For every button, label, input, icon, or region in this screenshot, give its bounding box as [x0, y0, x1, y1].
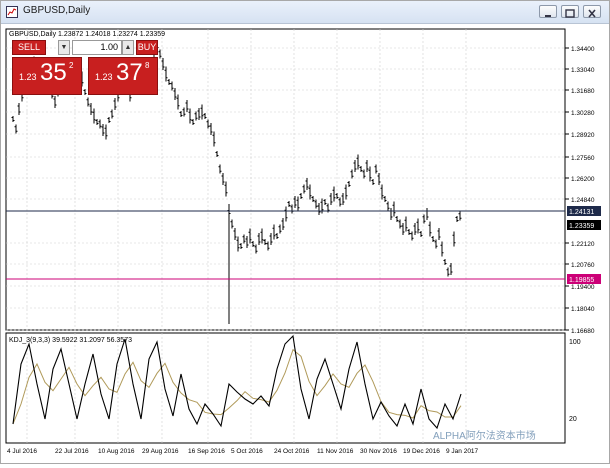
- title-bar[interactable]: GBPUSD,Daily: [1, 1, 609, 24]
- resistance-label: 1.24131: [569, 209, 594, 216]
- date-tick-label: 29 Aug 2016: [142, 448, 179, 455]
- price-tick-label: 1.26200: [571, 176, 595, 183]
- chart-window-icon: [6, 6, 18, 18]
- current-price-label: 1.23359: [569, 223, 594, 230]
- sell-price-prefix: 1.23: [19, 72, 37, 82]
- date-tick-label: 19 Dec 2016: [403, 448, 440, 455]
- price-tick-label: 1.30280: [571, 110, 595, 117]
- price-tick-label: 1.20760: [571, 262, 595, 269]
- buy-price-prefix: 1.23: [95, 72, 113, 82]
- one-click-trading-panel: SELL ▼ 1.00 ▲ BUY 1.23 35 2 1.23 37 8: [12, 40, 158, 95]
- restore-button[interactable]: [561, 5, 579, 18]
- lot-decrease-button[interactable]: ▼: [58, 40, 70, 55]
- price-tick-label: 1.16680: [571, 328, 595, 335]
- lot-increase-button[interactable]: ▲: [122, 40, 134, 55]
- window-title: GBPUSD,Daily: [23, 5, 91, 16]
- chevron-up-icon: ▲: [124, 44, 132, 51]
- price-axis: 1.34400 1.33040 1.31680 1.30280 1.28920 1.275…: [565, 46, 595, 335]
- date-tick-label: 16 Sep 2016: [188, 448, 225, 455]
- indicator-header: KDJ_3(9,3,3) 39.5922 31.2097 56.3573: [9, 337, 132, 344]
- sell-price-pips: 35: [40, 59, 67, 86]
- buy-price-pips: 37: [116, 59, 143, 86]
- restore-icon: [565, 9, 575, 18]
- price-tick-label: 1.27560: [571, 155, 595, 162]
- buy-button[interactable]: BUY: [136, 40, 158, 55]
- close-button[interactable]: [583, 5, 601, 18]
- date-tick-label: 10 Aug 2016: [98, 448, 135, 455]
- price-tick-label: 1.24840: [571, 197, 595, 204]
- date-axis: 4 Jul 2016 22 Jul 2016 10 Aug 2016 29 Aug 2…: [7, 448, 479, 455]
- date-tick-label: 22 Jul 2016: [55, 448, 89, 455]
- price-tick-label: 1.19400: [571, 284, 595, 291]
- sell-price-fraction: 2: [69, 61, 74, 70]
- chart-area[interactable]: 1.34400 1.33040 1.31680 1.30280 1.28920 1.275…: [1, 24, 609, 463]
- minimize-icon: [545, 15, 551, 17]
- lot-size-input[interactable]: 1.00: [72, 40, 122, 55]
- date-tick-label: 30 Nov 2016: [360, 448, 397, 455]
- sell-button[interactable]: SELL: [12, 40, 46, 55]
- price-tick-label: 1.28920: [571, 132, 595, 139]
- chevron-down-icon: ▼: [60, 44, 68, 51]
- watermark-text: ALPHA阿尔法资本市场: [433, 429, 536, 442]
- buy-price-fraction: 8: [145, 61, 150, 70]
- price-tick-label: 1.34400: [571, 46, 595, 53]
- indicator-plot-frame: [5, 332, 566, 444]
- buy-price-box[interactable]: 1.23 37 8: [88, 57, 158, 95]
- terminal-window: GBPUSD,Daily 1.34400 1.33040 1.31680 1.3028…: [0, 0, 610, 464]
- date-tick-label: 24 Oct 2016: [274, 448, 310, 455]
- close-icon: [588, 9, 596, 18]
- minimize-button[interactable]: [539, 5, 557, 18]
- price-tick-label: 1.22120: [571, 241, 595, 248]
- indicator-scale-max: 100: [569, 339, 581, 346]
- date-tick-label: 4 Jul 2016: [7, 448, 37, 455]
- price-tick-label: 1.31680: [571, 88, 595, 95]
- support-label: 1.19855: [569, 277, 594, 284]
- sell-price-box[interactable]: 1.23 35 2: [12, 57, 82, 95]
- price-tick-label: 1.33040: [571, 67, 595, 74]
- ohlc-header: GBPUSD,Daily 1.23872 1.24018 1.23274 1.2…: [9, 31, 165, 38]
- date-tick-label: 9 Jan 2017: [446, 448, 479, 455]
- date-tick-label: 11 Nov 2016: [317, 448, 354, 455]
- price-tick-label: 1.18040: [571, 306, 595, 313]
- date-tick-label: 5 Oct 2016: [231, 448, 263, 455]
- indicator-scale-min: 20: [569, 416, 577, 423]
